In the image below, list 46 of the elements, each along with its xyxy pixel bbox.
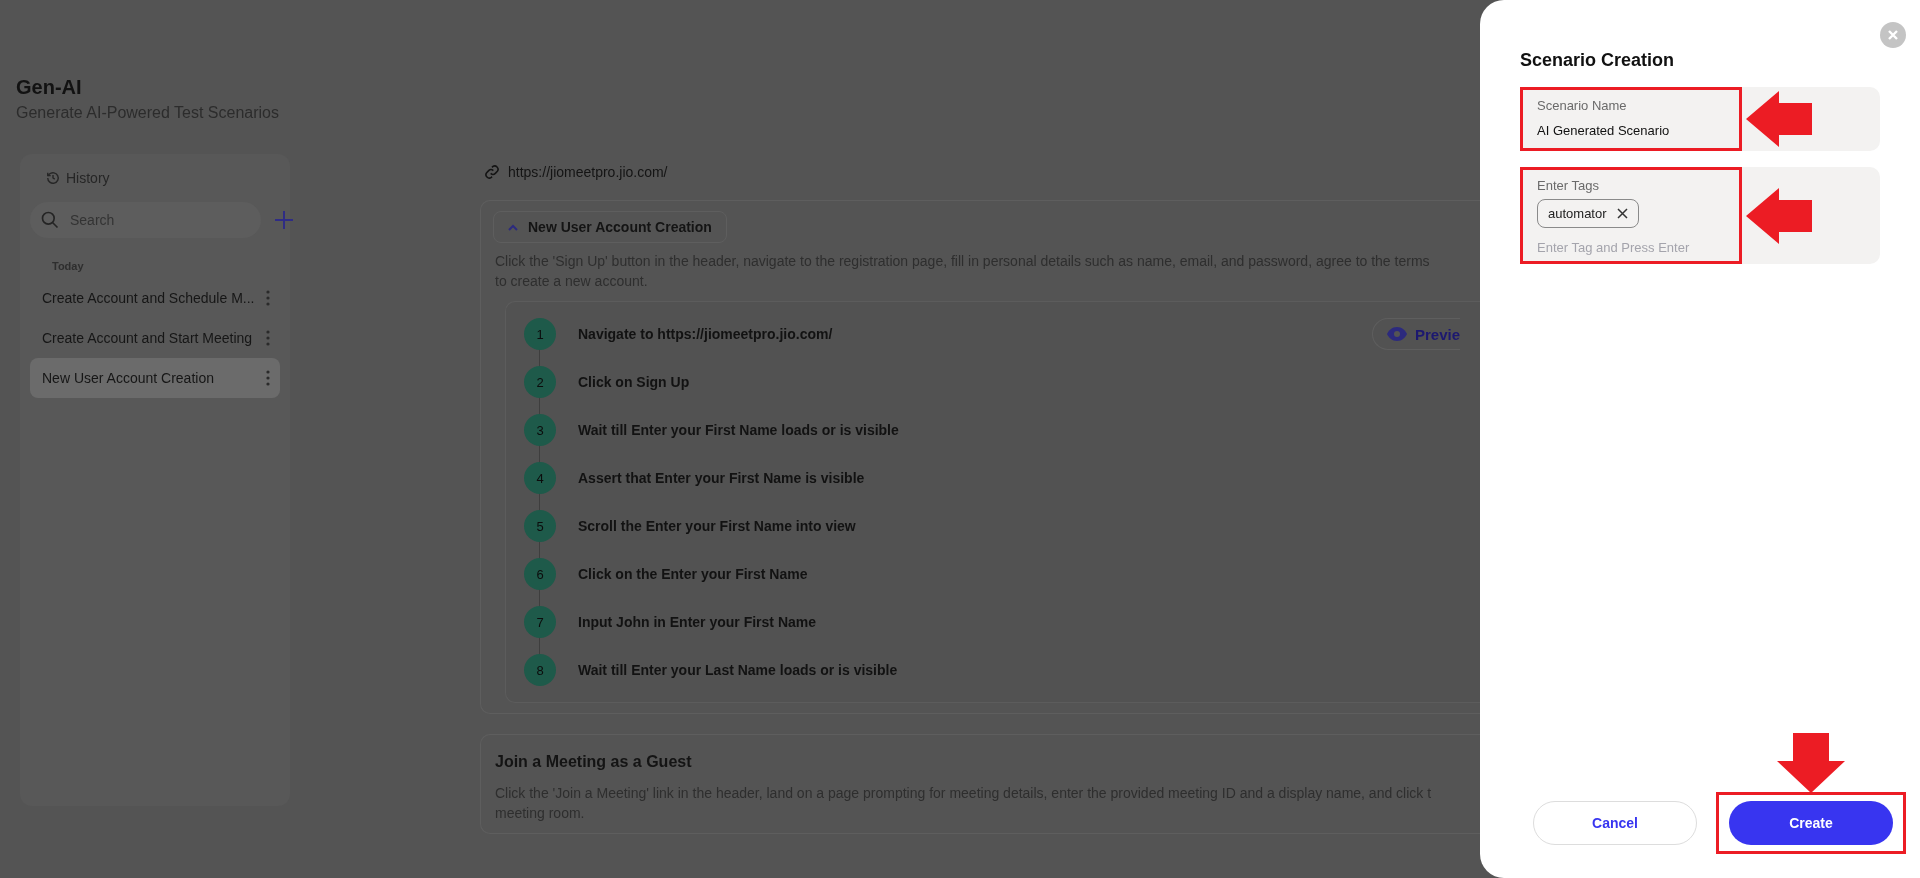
step-number: 5 — [524, 510, 556, 542]
chevron-up-icon — [508, 223, 518, 231]
field-label: Scenario Name — [1537, 98, 1628, 113]
step-number: 6 — [524, 558, 556, 590]
scenario-title[interactable]: Join a Meeting as a Guest — [495, 753, 1480, 771]
more-icon[interactable] — [266, 290, 270, 306]
search-icon — [40, 210, 60, 230]
step-number: 8 — [524, 654, 556, 686]
create-button[interactable]: Create — [1729, 801, 1893, 845]
step-text: Navigate to https://jiomeetpro.jio.com/ — [578, 326, 833, 342]
step-number: 4 — [524, 462, 556, 494]
close-button[interactable] — [1880, 22, 1906, 48]
step-number: 3 — [524, 414, 556, 446]
close-icon — [1888, 30, 1898, 40]
input-field[interactable]: AI Generated Scenario — [1537, 123, 1725, 138]
step-text: Input John in Enter your First Name — [578, 614, 817, 630]
history-icon — [46, 171, 60, 185]
more-icon[interactable] — [266, 370, 270, 386]
dialog-title: Scenario Creation — [1520, 50, 1676, 71]
close-icon — [1616, 208, 1628, 219]
link-icon — [484, 164, 500, 180]
page-title: Gen-AI — [16, 76, 83, 99]
add-icon[interactable] — [275, 211, 293, 229]
eye-icon — [1386, 327, 1407, 341]
step-text: Wait till Enter your First Name loads or is visible — [578, 422, 899, 438]
history-item[interactable]: Create Account and Schedule M... — [30, 278, 280, 318]
scenario-toggle[interactable]: New User Account Creation — [493, 211, 727, 243]
step-text: Assert that Enter your First Name is visible — [578, 470, 865, 486]
step-number: 2 — [524, 366, 556, 398]
history-item[interactable]: Create Account and Start Meeting — [30, 318, 280, 358]
history-item[interactable]: New User Account Creation — [30, 358, 280, 398]
cancel-button[interactable]: Cancel — [1533, 801, 1697, 845]
step-text: Wait till Enter your Last Name loads or is visible — [578, 662, 898, 678]
remove-tag-button[interactable] — [1616, 208, 1628, 219]
tag-input-field[interactable]: Enter Tag and Press Enter — [1537, 240, 1727, 255]
step-number: 1 — [524, 318, 556, 350]
arrow-icon — [1746, 187, 1812, 244]
arrow-icon — [1746, 91, 1812, 147]
step-number: 7 — [524, 606, 556, 638]
step-text: Click on Sign Up — [578, 374, 690, 390]
field-label: Enter Tags — [1537, 178, 1600, 193]
tag-label: automator — [1548, 206, 1607, 221]
step-text: Scroll the Enter your First Name into view — [578, 518, 856, 534]
url-text: https://jiomeetpro.jio.com/ — [508, 164, 668, 180]
more-icon[interactable] — [266, 330, 270, 346]
step-text: Click on the Enter your First Name — [578, 566, 808, 582]
